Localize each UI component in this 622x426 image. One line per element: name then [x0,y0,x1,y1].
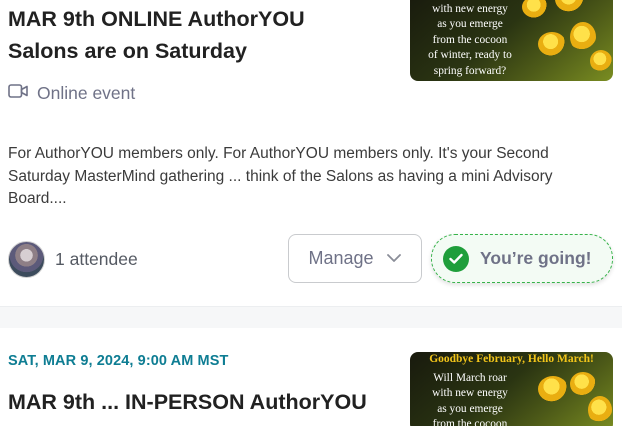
image-heading: Goodbye February, Hello March! [429,353,594,365]
manage-button-label: Manage [308,248,374,268]
image-caption: with new energy as you emerge from the c… [428,3,512,77]
event-location: Online event [8,80,135,106]
daffodil-graphic [538,32,566,56]
attendees[interactable]: 1 attendee [8,240,138,278]
event-image[interactable]: Goodbye February, Hello March! Will Marc… [410,352,613,426]
daffodil-graphic [570,22,596,52]
daffodil-graphic [522,0,548,18]
daffodil-graphic [570,372,596,396]
daffodil-graphic [538,376,568,402]
event-date: SAT, MAR 9, 2024, 9:00 AM MST [8,353,229,369]
event-description: For AuthorYOU members only. For AuthorYO… [8,145,553,208]
card-separator [0,306,622,328]
event-card[interactable]: MAR 9th ONLINE AuthorYOU Salons are on S… [0,0,622,306]
location-type-label: Online event [37,82,136,103]
going-status-button[interactable]: You’re going! [431,234,613,283]
video-camera-icon [8,83,28,104]
chevron-down-icon [386,250,402,268]
image-caption: Will March roar with new energy as you e… [432,372,508,426]
daffodil-graphic [590,50,612,72]
daffodil-graphic [555,0,585,12]
event-image[interactable]: with new energy as you emerge from the c… [410,0,613,81]
going-status-label: You’re going! [480,248,592,268]
manage-button[interactable]: Manage [288,234,422,283]
daffodil-graphic [588,396,612,424]
event-title[interactable]: MAR 9th ONLINE AuthorYOU Salons are on S… [8,3,388,67]
avatar[interactable] [8,240,45,278]
check-icon [443,245,469,272]
event-title[interactable]: MAR 9th ... IN-PERSON AuthorYOU [8,386,408,418]
attendee-count[interactable]: 1 attendee [55,249,138,270]
